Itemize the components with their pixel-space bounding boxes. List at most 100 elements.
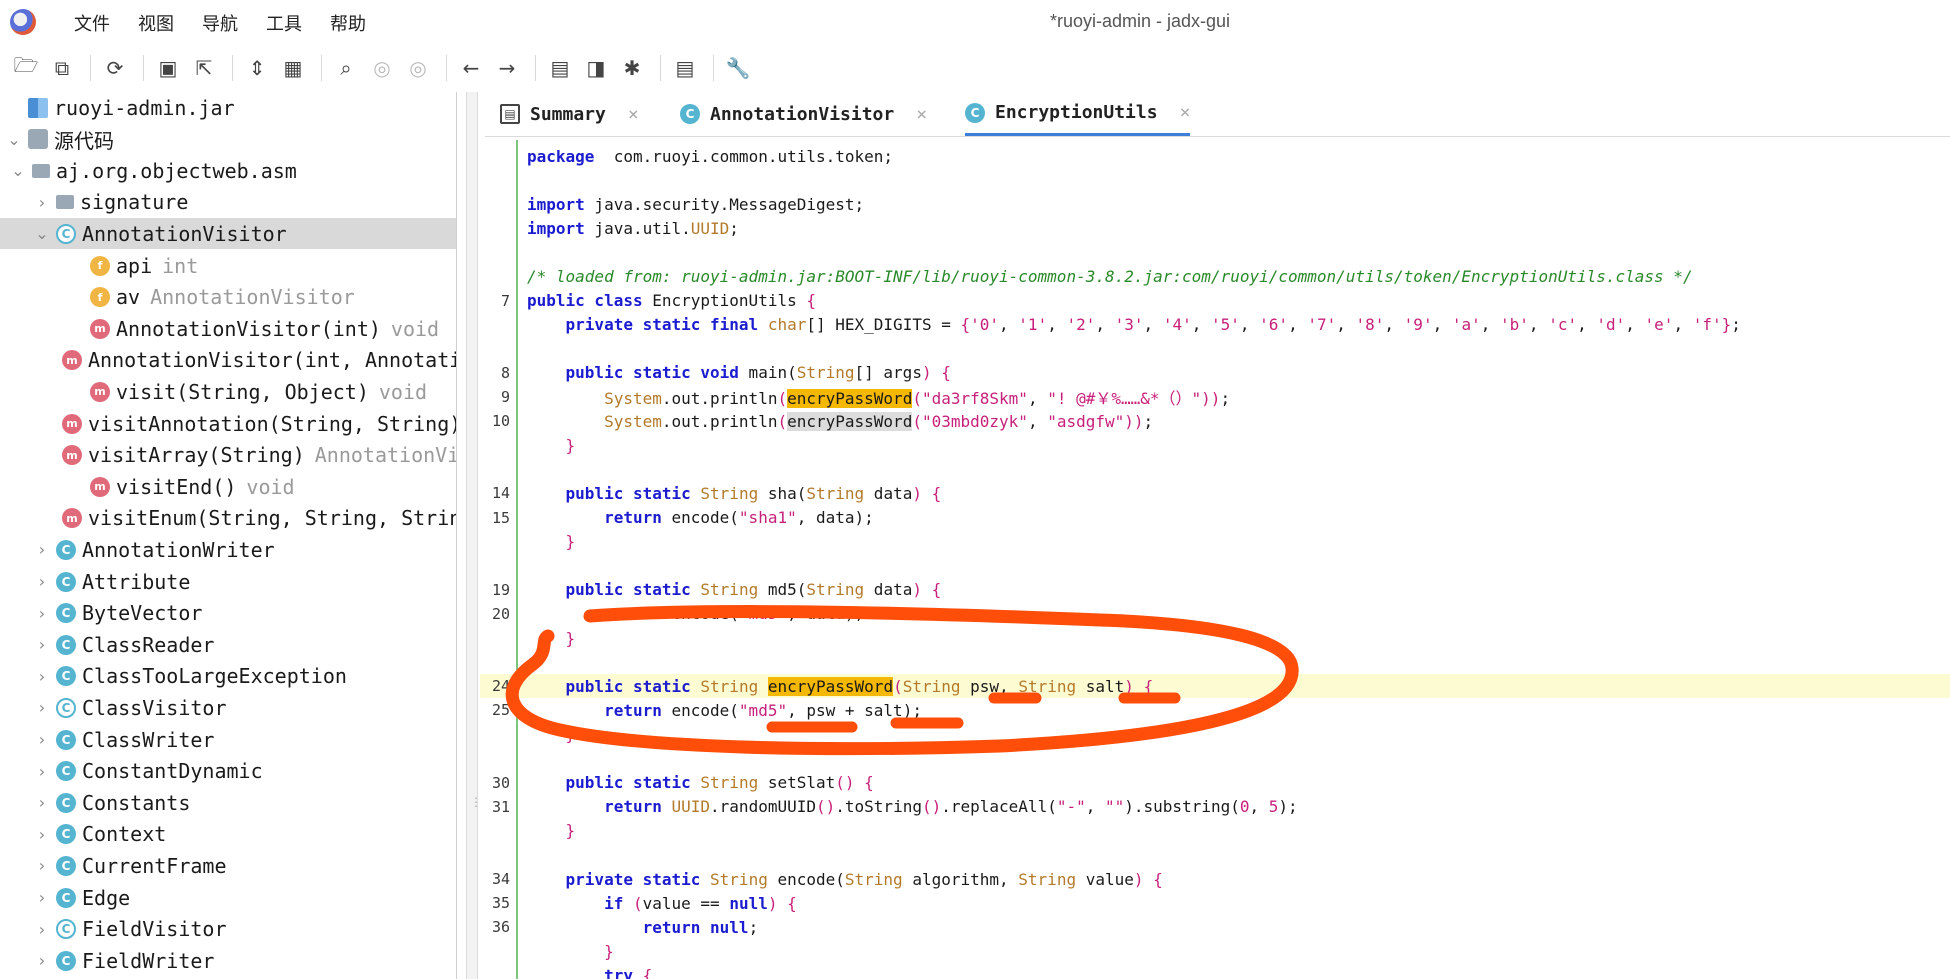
add-files-icon[interactable]: ⧉ — [46, 52, 78, 84]
code-line[interactable]: 30 public static String setSlat() { — [480, 771, 1950, 795]
tree-node[interactable]: › C AnnotationWriter — [0, 534, 456, 565]
tree-node[interactable]: › C ClassWriter — [0, 724, 456, 755]
find-usage-icon[interactable]: ◎ — [402, 52, 434, 84]
tree-node[interactable]: › C ClassVisitor — [0, 692, 456, 723]
search-icon[interactable]: ⌕ — [330, 52, 362, 84]
code-line[interactable]: 9 System.out.println(encryPassWord("da3r… — [480, 385, 1950, 409]
code-line[interactable]: 10 System.out.println(encryPassWord("03m… — [480, 409, 1950, 433]
tab-summary[interactable]: ▤ Summary × — [500, 92, 639, 136]
tab-encryptionutils[interactable]: C EncryptionUtils × — [965, 92, 1191, 136]
panel-splitter[interactable] — [466, 92, 478, 979]
tree-node[interactable]: ⌄ 源代码 — [0, 124, 456, 155]
code-line[interactable]: 15 return encode("sha1", data); — [480, 506, 1950, 530]
chevron-right-icon[interactable]: › — [34, 667, 50, 686]
code-line[interactable]: } — [480, 722, 1950, 746]
decompile-all-icon[interactable]: ▤ — [544, 52, 576, 84]
tree-node[interactable]: › C Context — [0, 819, 456, 850]
code-line[interactable]: } — [480, 939, 1950, 963]
code-line[interactable]: } — [480, 626, 1950, 650]
code-line[interactable]: } — [480, 530, 1950, 554]
code-line[interactable]: 24 public static String encryPassWord(St… — [480, 674, 1950, 699]
flatten-packages-icon[interactable]: ▦ — [277, 52, 309, 84]
tree-node[interactable]: m visitEnum(String, String, String) — [0, 503, 456, 534]
code-line[interactable]: 25 return encode("md5", psw + salt); — [480, 698, 1950, 722]
tree-node[interactable]: m visitEnd() void — [0, 471, 456, 502]
code-line[interactable] — [480, 843, 1950, 867]
code-line[interactable]: import java.util.UUID; — [480, 216, 1950, 240]
code-line[interactable]: import java.security.MessageDigest; — [480, 192, 1950, 216]
tree-node[interactable]: ⌄ aj.org.objectweb.asm — [0, 155, 456, 186]
code-line[interactable]: 20 return encode("md5", data); — [480, 602, 1950, 626]
tree-node[interactable]: › C Attribute — [0, 566, 456, 597]
code-line[interactable]: 34 private static String encode(String a… — [480, 867, 1950, 891]
save-icon[interactable]: ▣ — [152, 52, 184, 84]
debug-icon[interactable]: ✱ — [616, 52, 648, 84]
tree-node[interactable]: › C ClassReader — [0, 629, 456, 660]
chevron-right-icon[interactable]: › — [34, 793, 50, 812]
code-line[interactable] — [480, 747, 1950, 771]
tree-node[interactable]: m AnnotationVisitor(int, AnnotationVisito… — [0, 345, 456, 376]
code-line[interactable] — [480, 240, 1950, 264]
code-line[interactable]: package com.ruoyi.common.utils.token; — [480, 144, 1950, 168]
quark-icon[interactable]: ◨ — [580, 52, 612, 84]
chevron-right-icon[interactable]: › — [34, 856, 50, 875]
code-line[interactable] — [480, 554, 1950, 578]
chevron-right-icon[interactable]: › — [34, 825, 50, 844]
chevron-right-icon[interactable]: › — [34, 730, 50, 749]
open-folder-icon[interactable]: 🗁 — [10, 52, 42, 84]
export-icon[interactable]: ⇱ — [188, 52, 220, 84]
project-tree[interactable]: ruoyi-admin.jar ⌄ 源代码 ⌄ aj.org.objectweb.asm… — [0, 92, 457, 979]
close-icon[interactable]: × — [628, 104, 639, 125]
settings-icon[interactable]: 🔧 — [722, 52, 754, 84]
code-line[interactable]: 14 public static String sha(String data)… — [480, 481, 1950, 505]
tree-node[interactable]: › signature — [0, 187, 456, 218]
code-line[interactable]: 35 if (value == null) { — [480, 891, 1950, 915]
tree-node[interactable]: f av AnnotationVisitor — [0, 282, 456, 313]
back-icon[interactable]: ← — [455, 52, 487, 84]
tree-node[interactable]: ruoyi-admin.jar — [0, 92, 456, 123]
chevron-right-icon[interactable]: › — [34, 762, 50, 781]
tab-annotationvisitor[interactable]: C AnnotationVisitor × — [680, 92, 927, 136]
tree-node[interactable]: › C FieldWriter — [0, 945, 456, 976]
tree-node[interactable]: m visitArray(String) AnnotationVisitor — [0, 440, 456, 471]
tree-node[interactable]: m AnnotationVisitor(int) void — [0, 313, 456, 344]
chevron-right-icon[interactable]: › — [34, 951, 50, 970]
sync-tree-icon[interactable]: ⇕ — [241, 52, 273, 84]
code-line[interactable] — [480, 457, 1950, 481]
tree-node[interactable]: f api int — [0, 250, 456, 281]
reload-icon[interactable]: ⟳ — [99, 52, 131, 84]
chevron-down-icon[interactable]: ⌄ — [10, 161, 26, 180]
tree-node[interactable]: ⌄ C AnnotationVisitor — [0, 218, 456, 250]
chevron-right-icon[interactable]: › — [34, 920, 50, 939]
tree-node[interactable]: › C ClassTooLargeException — [0, 661, 456, 692]
close-icon[interactable]: × — [1180, 102, 1191, 123]
chevron-right-icon[interactable]: › — [34, 888, 50, 907]
chevron-right-icon[interactable]: › — [34, 193, 50, 212]
tree-node[interactable]: › C FieldVisitor — [0, 914, 456, 945]
find-class-icon[interactable]: ◎ — [366, 52, 398, 84]
close-icon[interactable]: × — [916, 104, 927, 125]
code-line[interactable]: } — [480, 433, 1950, 457]
tree-node[interactable]: › C CurrentFrame — [0, 850, 456, 881]
code-line[interactable]: 31 return UUID.randomUUID().toString().r… — [480, 795, 1950, 819]
code-line[interactable]: 7 public class EncryptionUtils { — [480, 289, 1950, 313]
chevron-right-icon[interactable]: › — [34, 698, 50, 717]
code-line[interactable] — [480, 650, 1950, 674]
chevron-right-icon[interactable]: › — [34, 540, 50, 559]
code-line[interactable]: 36 return null; — [480, 915, 1950, 939]
chevron-down-icon[interactable]: ⌄ — [34, 224, 50, 243]
tree-node[interactable]: › C Edge — [0, 882, 456, 913]
code-line[interactable]: private static final char[] HEX_DIGITS =… — [480, 313, 1950, 337]
chevron-right-icon[interactable]: › — [34, 604, 50, 623]
code-line[interactable]: 8 public static void main(String[] args)… — [480, 361, 1950, 385]
code-line[interactable] — [480, 168, 1950, 192]
code-line[interactable]: } — [480, 819, 1950, 843]
forward-icon[interactable]: → — [491, 52, 523, 84]
code-line[interactable] — [480, 337, 1950, 361]
tree-node[interactable]: m visit(String, Object) void — [0, 376, 456, 407]
tree-node[interactable]: m visitAnnotation(String, String) — [0, 408, 456, 439]
code-editor[interactable]: package com.ruoyi.common.utils.token; imp… — [480, 140, 1950, 979]
chevron-right-icon[interactable]: › — [34, 635, 50, 654]
code-line[interactable]: /* loaded from: ruoyi-admin.jar:BOOT-INF… — [480, 265, 1950, 289]
tree-node[interactable]: › C ByteVector — [0, 598, 456, 629]
